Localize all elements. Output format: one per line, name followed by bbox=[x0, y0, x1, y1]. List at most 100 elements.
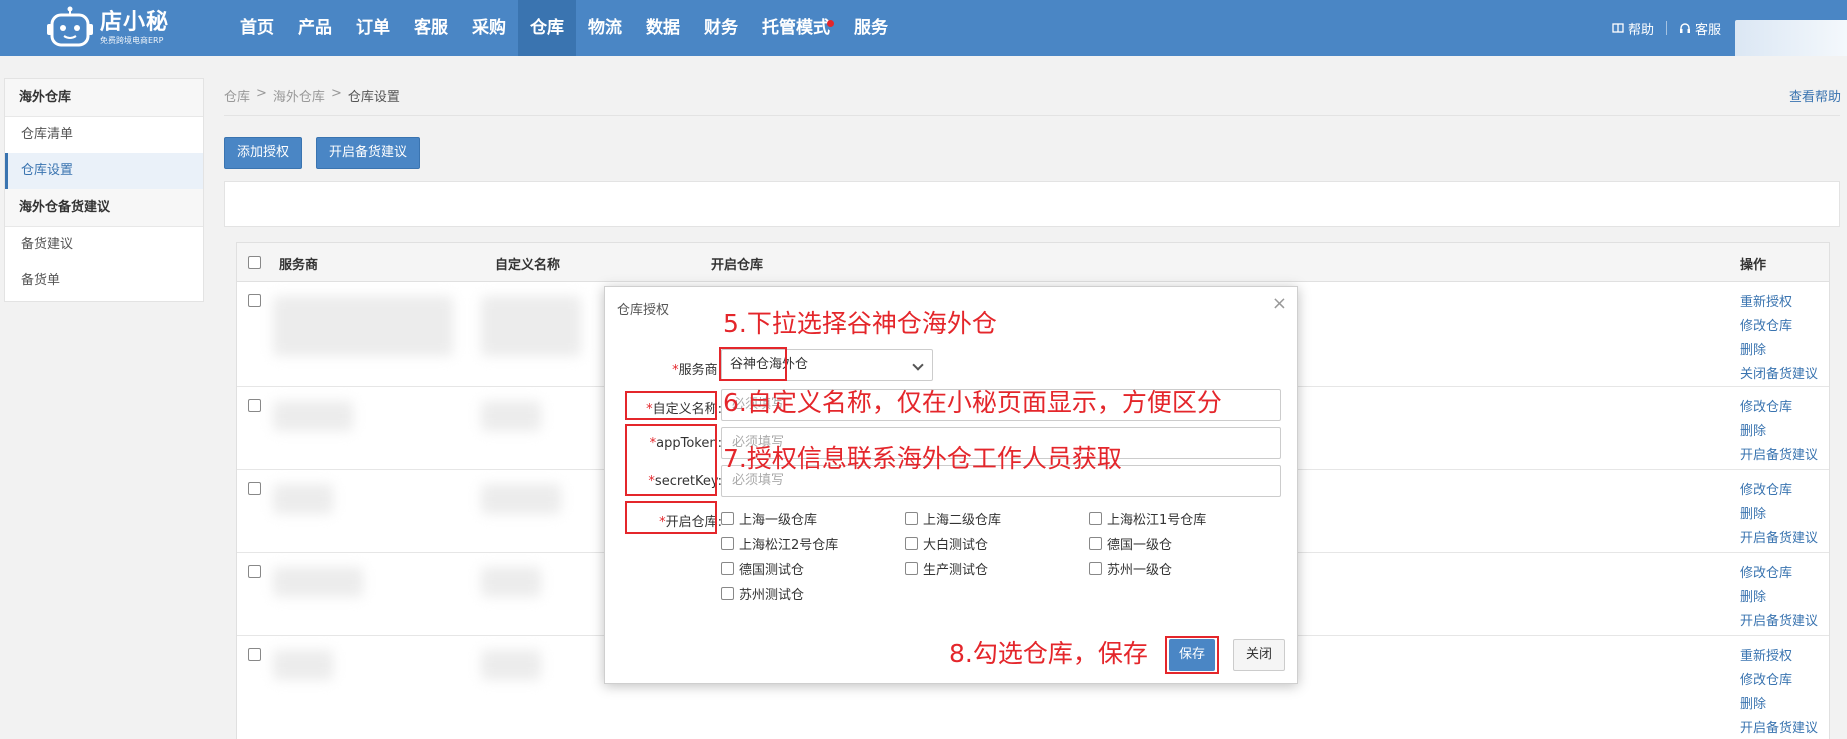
warehouse-checkbox[interactable]: 生产测试仓 bbox=[905, 559, 988, 578]
redacted-content bbox=[481, 401, 541, 431]
reauthorize-link[interactable]: 重新授权 bbox=[1740, 645, 1818, 664]
checkbox[interactable] bbox=[721, 537, 734, 550]
view-help-link[interactable]: 查看帮助 bbox=[1789, 86, 1841, 105]
breadcrumb-overseas[interactable]: 海外仓库 bbox=[273, 86, 325, 105]
notification-dot bbox=[827, 20, 834, 27]
annotation-box-custom-name bbox=[625, 391, 717, 420]
row-checkbox[interactable] bbox=[248, 294, 261, 307]
sidebar-item-stock-order[interactable]: 备货单 bbox=[5, 263, 203, 299]
sidebar-item-warehouse-list[interactable]: 仓库清单 bbox=[5, 117, 203, 153]
delete-link[interactable]: 删除 bbox=[1740, 586, 1818, 605]
checkbox[interactable] bbox=[905, 537, 918, 550]
nav-logistics[interactable]: 物流 bbox=[576, 0, 634, 56]
warehouse-checkbox[interactable]: 上海松江1号仓库 bbox=[1089, 509, 1206, 528]
enable-stock-suggestion-link[interactable]: 开启备货建议 bbox=[1740, 717, 1818, 736]
row-operations: 重新授权 修改仓库 删除 开启备货建议 bbox=[1740, 645, 1818, 736]
row-checkbox[interactable] bbox=[248, 565, 261, 578]
edit-warehouse-link[interactable]: 修改仓库 bbox=[1740, 315, 1818, 334]
logo-tagline: 免费跨境电商ERP bbox=[100, 36, 164, 45]
row-checkbox[interactable] bbox=[248, 399, 261, 412]
delete-link[interactable]: 删除 bbox=[1740, 693, 1818, 712]
service-top-link[interactable]: 客服 bbox=[1667, 19, 1733, 38]
redacted-content bbox=[273, 650, 333, 680]
breadcrumb-warehouse[interactable]: 仓库 bbox=[224, 86, 250, 105]
close-button[interactable]: 关闭 bbox=[1233, 639, 1285, 671]
table-header: 服务商 自定义名称 开启仓库 操作 bbox=[237, 243, 1829, 282]
column-provider: 服务商 bbox=[279, 258, 319, 273]
warehouse-checkbox[interactable]: 上海松江2号仓库 bbox=[721, 534, 838, 553]
row-checkbox[interactable] bbox=[248, 648, 261, 661]
annotation-step8: 8.勾选仓库，保存 bbox=[949, 639, 1148, 668]
warehouse-checkbox[interactable]: 上海一级仓库 bbox=[721, 509, 817, 528]
redacted-content bbox=[481, 296, 581, 356]
edit-warehouse-link[interactable]: 修改仓库 bbox=[1740, 562, 1818, 581]
enable-stock-suggestion-link[interactable]: 开启备货建议 bbox=[1740, 610, 1818, 629]
nav-finance[interactable]: 财务 bbox=[692, 0, 750, 56]
delete-link[interactable]: 删除 bbox=[1740, 503, 1818, 522]
checkbox[interactable] bbox=[721, 512, 734, 525]
row-operations: 修改仓库 删除 开启备货建议 bbox=[1740, 562, 1818, 629]
close-stock-suggestion-link[interactable]: 关闭备货建议 bbox=[1740, 363, 1818, 382]
annotation-box-warehouses bbox=[625, 501, 717, 534]
checkbox[interactable] bbox=[1089, 562, 1102, 575]
annotation-box-provider bbox=[719, 347, 787, 381]
edit-warehouse-link[interactable]: 修改仓库 bbox=[1740, 479, 1818, 498]
redacted-content bbox=[481, 650, 541, 680]
warehouse-checkbox[interactable]: 大白测试仓 bbox=[905, 534, 988, 553]
checkbox[interactable] bbox=[721, 587, 734, 600]
checkbox[interactable] bbox=[905, 562, 918, 575]
headset-icon bbox=[1680, 23, 1691, 33]
annotation-step7: 7.授权信息联系海外仓工作人员获取 bbox=[723, 444, 1122, 473]
user-account-area[interactable] bbox=[1735, 20, 1847, 56]
nav-products[interactable]: 产品 bbox=[286, 0, 344, 56]
warehouse-checkbox[interactable]: 德国一级仓 bbox=[1089, 534, 1172, 553]
enable-stock-suggestion-button[interactable]: 开启备货建议 bbox=[316, 137, 421, 169]
nav-hosted-mode[interactable]: 托管模式 bbox=[750, 0, 842, 56]
nav-home[interactable]: 首页 bbox=[228, 0, 286, 56]
column-warehouses: 开启仓库 bbox=[711, 258, 764, 273]
redacted-content bbox=[273, 567, 363, 597]
sidebar-item-warehouse-settings[interactable]: 仓库设置 bbox=[5, 153, 203, 189]
logo[interactable]: 店小秘 免费跨境电商ERP bbox=[46, 4, 169, 52]
annotation-step5: 5.下拉选择谷神仓海外仓 bbox=[723, 309, 997, 338]
row-operations: 修改仓库 删除 开启备货建议 bbox=[1740, 479, 1818, 546]
sidebar: 海外仓库 仓库清单 仓库设置 海外仓备货建议 备货建议 备货单 bbox=[4, 78, 204, 302]
nav-services[interactable]: 服务 bbox=[842, 0, 900, 56]
enable-stock-suggestion-link[interactable]: 开启备货建议 bbox=[1740, 527, 1818, 546]
warehouse-checkbox[interactable]: 德国测试仓 bbox=[721, 559, 804, 578]
redacted-content bbox=[273, 296, 453, 356]
row-operations: 重新授权 修改仓库 删除 关闭备货建议 bbox=[1740, 291, 1818, 382]
warehouse-checkbox[interactable]: 苏州一级仓 bbox=[1089, 559, 1172, 578]
delete-link[interactable]: 删除 bbox=[1740, 420, 1818, 439]
checkbox[interactable] bbox=[721, 562, 734, 575]
checkbox[interactable] bbox=[1089, 537, 1102, 550]
redacted-content bbox=[481, 567, 541, 597]
top-navbar: 店小秘 免费跨境电商ERP 首页 产品 订单 客服 采购 仓库 物流 数据 财务… bbox=[0, 0, 1847, 56]
dialog-title: 仓库授权 bbox=[617, 303, 670, 318]
checkbox[interactable] bbox=[1089, 512, 1102, 525]
edit-warehouse-link[interactable]: 修改仓库 bbox=[1740, 669, 1818, 688]
provider-label: *服务商: bbox=[672, 363, 722, 378]
help-top-link[interactable]: 帮助 bbox=[1600, 19, 1666, 38]
sidebar-item-stock-suggestion[interactable]: 备货建议 bbox=[5, 227, 203, 263]
nav-orders[interactable]: 订单 bbox=[344, 0, 402, 56]
filter-panel bbox=[224, 181, 1840, 227]
enable-stock-suggestion-link[interactable]: 开启备货建议 bbox=[1740, 444, 1818, 463]
nav-data[interactable]: 数据 bbox=[634, 0, 692, 56]
delete-link[interactable]: 删除 bbox=[1740, 339, 1818, 358]
redacted-content bbox=[273, 484, 333, 514]
row-checkbox[interactable] bbox=[248, 482, 261, 495]
nav-customer-service[interactable]: 客服 bbox=[402, 0, 460, 56]
reauthorize-link[interactable]: 重新授权 bbox=[1740, 291, 1818, 310]
checkbox[interactable] bbox=[905, 512, 918, 525]
warehouse-checkbox[interactable]: 上海二级仓库 bbox=[905, 509, 1001, 528]
select-all-checkbox[interactable] bbox=[248, 256, 261, 269]
warehouse-checkbox[interactable]: 苏州测试仓 bbox=[721, 584, 804, 603]
nav-warehouse[interactable]: 仓库 bbox=[518, 0, 576, 56]
edit-warehouse-link[interactable]: 修改仓库 bbox=[1740, 396, 1818, 415]
close-icon[interactable]: × bbox=[1272, 293, 1287, 314]
sidebar-group-stock-suggestion: 海外仓备货建议 bbox=[5, 189, 203, 227]
robot-logo-icon bbox=[47, 6, 93, 47]
add-authorization-button[interactable]: 添加授权 bbox=[224, 137, 303, 169]
nav-purchasing[interactable]: 采购 bbox=[460, 0, 518, 56]
